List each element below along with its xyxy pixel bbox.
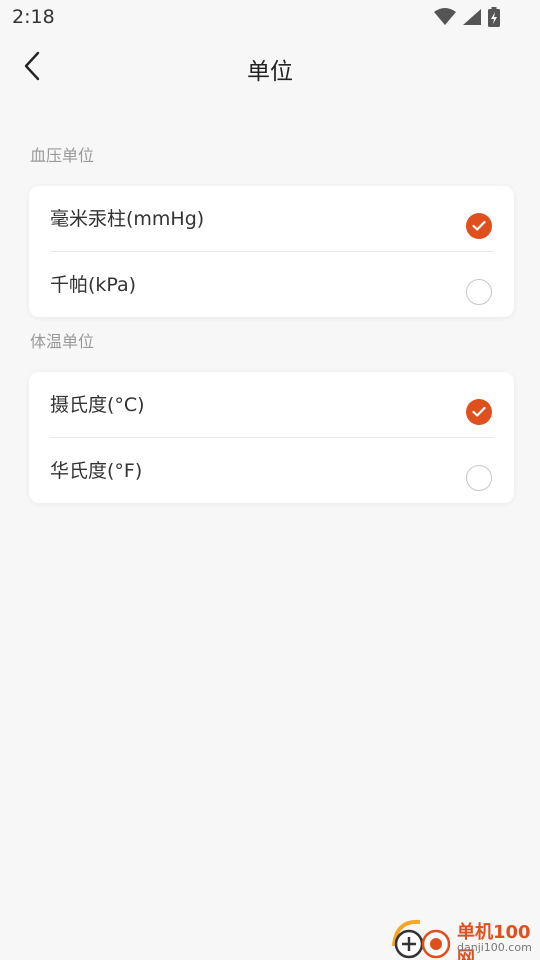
section-title-temperature: 体温单位 [30, 332, 95, 351]
option-label: 千帕(kPa) [50, 274, 137, 296]
watermark-url: danji100.com [457, 941, 532, 954]
radio-unchecked-icon[interactable] [466, 465, 492, 491]
radio-unchecked-icon[interactable] [466, 279, 492, 305]
blood-pressure-unit-card: 毫米汞柱(mmHg) 千帕(kPa) [29, 186, 514, 317]
watermark-logo-icon [390, 916, 456, 960]
option-fahrenheit[interactable]: 华氏度(°F) [29, 438, 514, 503]
radio-checked-icon[interactable] [466, 213, 492, 239]
option-label: 摄氏度(°C) [50, 394, 145, 416]
option-mmhg[interactable]: 毫米汞柱(mmHg) [29, 186, 514, 251]
option-label: 华氏度(°F) [50, 460, 143, 482]
temperature-unit-card: 摄氏度(°C) 华氏度(°F) [29, 372, 514, 503]
app-header: 单位 [0, 36, 540, 100]
section-title-blood-pressure: 血压单位 [30, 146, 95, 165]
cell-signal-icon [462, 8, 482, 30]
status-bar: 2:18 [0, 0, 540, 36]
wifi-icon [434, 8, 456, 30]
unit-settings-screen: 2:18 单位 血压单位 毫米汞柱(mmHg) 千帕(kPa) 体温单位 摄氏度… [0, 0, 540, 960]
status-time: 2:18 [12, 6, 55, 28]
option-celsius[interactable]: 摄氏度(°C) [29, 372, 514, 437]
status-icons [434, 7, 500, 31]
battery-charging-icon [488, 7, 500, 31]
option-kpa[interactable]: 千帕(kPa) [29, 252, 514, 317]
page-title: 单位 [247, 59, 293, 85]
watermark: 单机100网 danji100.com [390, 916, 540, 960]
radio-checked-icon[interactable] [466, 399, 492, 425]
option-label: 毫米汞柱(mmHg) [50, 208, 205, 230]
